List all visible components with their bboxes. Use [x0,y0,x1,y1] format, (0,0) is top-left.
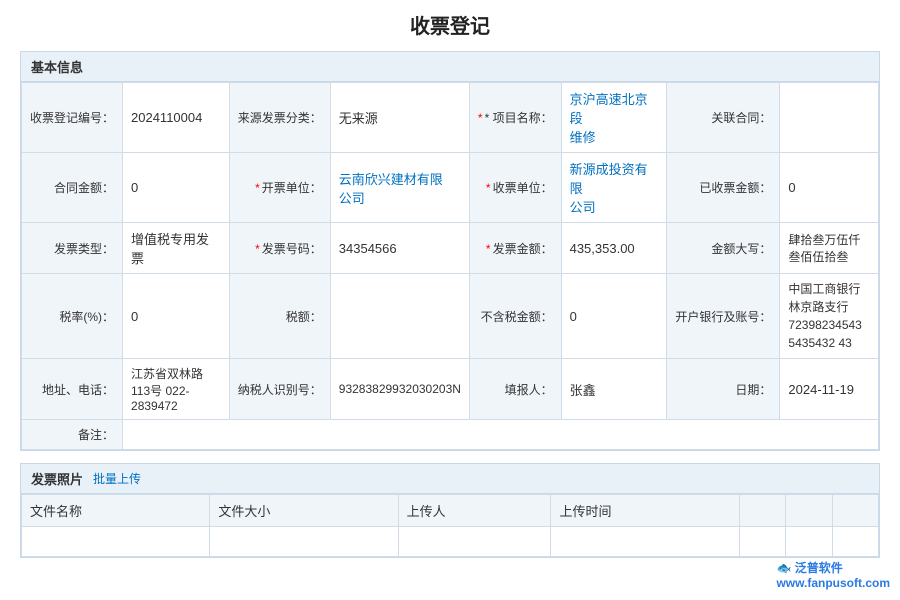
value-tax-amount [330,274,469,359]
photo-section-label: 发票照片 [31,469,83,488]
col-action2 [786,495,832,527]
file-cell [398,527,551,557]
value-address-phone: 江苏省双林路113号 022-2839472 [123,359,230,420]
label-tax-amount: 税额： [229,274,330,359]
value-project-name: 京沪高速北京段维修 [561,83,667,153]
value-billing-unit: 云南欣兴建材有限公司 [330,153,469,223]
label-billing-unit: *开票单位： [229,153,330,223]
watermark: 🐟 泛普软件 www.fanpusoft.com [776,559,890,590]
file-empty-row [22,527,879,557]
watermark-icon: 🐟 [776,561,791,575]
basic-info-header: 基本信息 [21,52,879,82]
label-bank-account: 开户银行及账号： [667,274,780,359]
file-cell [786,527,832,557]
file-cell [551,527,739,557]
col-uploader: 上传人 [398,495,551,527]
required-star: * [478,111,483,125]
value-related-contract [780,83,879,153]
project-name-link[interactable]: 京沪高速北京段维修 [570,92,648,145]
table-row: 合同金额： 0 *开票单位： 云南欣兴建材有限公司 *收票单位： 新源成投资有限… [22,153,879,223]
value-registration-no: 2024110004 [123,83,230,153]
required-star-invoice-no: * [255,242,260,256]
watermark-url: www.fanpusoft.com [776,576,890,590]
file-cell [22,527,210,557]
batch-upload-link[interactable]: 批量上传 [93,470,141,487]
value-taxpayer-id: 93283829932030203N [330,359,469,420]
basic-info-label: 基本信息 [31,57,83,76]
billing-unit-link[interactable]: 云南欣兴建材有限公司 [339,172,443,206]
value-invoice-no: 34354566 [330,223,469,274]
value-invoice-type: 增值税专用发票 [123,223,230,274]
table-row: 税率(%)： 0 税额： 不含税金额： 0 开户银行及账号： 中国工商银行林京路… [22,274,879,359]
file-table-header-row: 文件名称 文件大小 上传人 上传时间 [22,495,879,527]
label-no-tax-amount: 不含税金额： [469,274,561,359]
col-action3 [832,495,878,527]
value-filler: 张鑫 [561,359,667,420]
label-taxpayer-id: 纳税人识别号： [229,359,330,420]
label-address-phone: 地址、电话： [22,359,123,420]
label-registration-no: 收票登记编号： [22,83,123,153]
label-filler: 填报人： [469,359,561,420]
page-title: 收票登记 [20,10,880,39]
value-received-amount: 0 [780,153,879,223]
photo-section: 发票照片 批量上传 文件名称 文件大小 上传人 上传时间 [20,463,880,558]
label-date: 日期： [667,359,780,420]
value-invoice-amount: 435,353.00 [561,223,667,274]
label-source-invoice: 来源发票分类： [229,83,330,153]
label-remarks: 备注： [22,420,123,450]
value-source-invoice: 无来源 [330,83,469,153]
required-star-receipt: * [486,181,491,195]
col-upload-time: 上传时间 [551,495,739,527]
basic-info-table: 收票登记编号： 2024110004 来源发票分类： 无来源 ** 项目名称： … [21,82,879,450]
value-contract-amount: 0 [123,153,230,223]
photo-section-header: 发票照片 批量上传 [21,464,879,494]
col-filename: 文件名称 [22,495,210,527]
value-tax-rate: 0 [123,274,230,359]
label-contract-amount: 合同金额： [22,153,123,223]
value-receipt-unit: 新源成投资有限公司 [561,153,667,223]
label-received-amount: 已收票金额： [667,153,780,223]
value-no-tax-amount: 0 [561,274,667,359]
label-related-contract: 关联合同： [667,83,780,153]
table-row: 地址、电话： 江苏省双林路113号 022-2839472 纳税人识别号： 93… [22,359,879,420]
value-remarks [123,420,879,450]
table-row-remarks: 备注： [22,420,879,450]
value-bank-account: 中国工商银行林京路支行723982345435435432 43 [780,274,879,359]
label-receipt-unit: *收票单位： [469,153,561,223]
table-row: 收票登记编号： 2024110004 来源发票分类： 无来源 ** 项目名称： … [22,83,879,153]
col-filesize: 文件大小 [210,495,398,527]
label-tax-rate: 税率(%)： [22,274,123,359]
required-star-invoice-amount: * [486,242,491,256]
file-cell [210,527,398,557]
value-date: 2024-11-19 [780,359,879,420]
table-row: 发票类型： 增值税专用发票 *发票号码： 34354566 *发票金额： 435… [22,223,879,274]
label-amount-uppercase: 金额大写： [667,223,780,274]
watermark-brand: 泛普软件 [795,561,843,575]
receipt-unit-link[interactable]: 新源成投资有限公司 [570,162,648,215]
page-wrapper: 收票登记 基本信息 收票登记编号： 2024110004 来源发票分类： 无来源… [0,0,900,600]
label-project-name: ** 项目名称： [469,83,561,153]
basic-info-section: 基本信息 收票登记编号： 2024110004 来源发票分类： 无来源 ** 项… [20,51,880,451]
required-star-billing: * [255,181,260,195]
value-amount-uppercase: 肆拾叁万伍仟叁佰伍拾叁 [780,223,879,274]
label-invoice-no: *发票号码： [229,223,330,274]
col-action1 [739,495,785,527]
file-cell [739,527,785,557]
file-cell [832,527,878,557]
label-invoice-type: 发票类型： [22,223,123,274]
label-invoice-amount: *发票金额： [469,223,561,274]
file-table: 文件名称 文件大小 上传人 上传时间 [21,494,879,557]
